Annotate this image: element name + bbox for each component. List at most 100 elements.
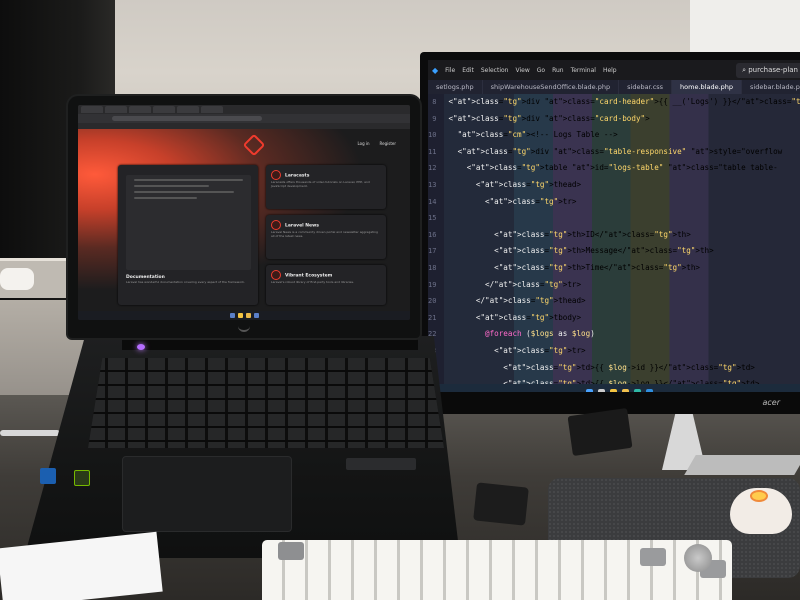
volume-knob[interactable]: [684, 544, 712, 572]
browser-tab[interactable]: [177, 106, 199, 113]
line-number: 19: [428, 280, 437, 289]
card-title: Laravel News: [285, 223, 319, 229]
doc-line: [134, 197, 197, 199]
laravel-logo-icon: [242, 133, 266, 157]
browser-tab[interactable]: [105, 106, 127, 113]
card-text: Laravel News is a community driven porta…: [271, 230, 378, 238]
code-line[interactable]: <"at">class="tg">tbody>: [444, 310, 800, 327]
browser-tab[interactable]: [81, 106, 103, 113]
line-number: 10: [428, 131, 437, 140]
code-line[interactable]: <"at">class="tg">table "at">id="logs-tab…: [444, 160, 800, 177]
card-text: Laravel's robust library of first-party …: [271, 280, 355, 284]
line-number: 16: [428, 230, 437, 239]
browser-tabstrip: [78, 105, 410, 114]
keyboard-rows: [88, 358, 444, 448]
vscode-taskbar-icon[interactable]: [253, 313, 259, 318]
code-line[interactable]: <"at">class="tg">tr>: [444, 194, 800, 211]
folder-icon[interactable]: [245, 313, 251, 318]
predator-logo: [238, 324, 250, 332]
laravel-welcome-page: Log in Register Documentation Laravel ha…: [78, 129, 410, 311]
monitor-stand-base: [684, 455, 800, 475]
doc-line: [134, 191, 234, 193]
line-number: 13: [428, 180, 437, 189]
menu-selection[interactable]: Selection: [481, 67, 509, 74]
display-sticker: [346, 458, 416, 470]
doc-line: [134, 179, 243, 181]
doc-line: [134, 185, 209, 187]
tab-home-blade[interactable]: home.blade.php: [672, 80, 743, 94]
line-number: 20: [428, 297, 437, 306]
code-editor[interactable]: <"at">class="tg">div "at">class="card-he…: [444, 94, 800, 388]
video-icon: [271, 170, 281, 180]
power-button-icon[interactable]: [137, 344, 145, 350]
tab-sidebar-blade[interactable]: sidebar.blade.php: [742, 80, 800, 94]
card-text: Laracasts offers thousands of video tuto…: [271, 180, 370, 188]
menu-edit[interactable]: Edit: [462, 67, 474, 74]
nvidia-sticker: [74, 470, 90, 486]
ecosystem-card[interactable]: Vibrant Ecosystem Laravel's robust libra…: [266, 265, 386, 305]
code-line[interactable]: <"at">class="tg">div "at">class="card-he…: [444, 94, 800, 111]
line-number: 21: [428, 313, 437, 322]
command-center-search[interactable]: ⌕ purchase-plan: [736, 62, 800, 78]
editor-body: 89101112131415161718192021222324 <"at">c…: [428, 94, 800, 388]
tab-sidebar-css[interactable]: sidebar.css: [619, 80, 673, 94]
menu-view[interactable]: View: [515, 67, 529, 74]
menu-go[interactable]: Go: [537, 67, 545, 74]
line-number: 15: [428, 214, 437, 223]
browser-tab[interactable]: [201, 106, 223, 113]
browser-tab[interactable]: [153, 106, 175, 113]
menu-terminal[interactable]: Terminal: [571, 67, 596, 74]
code-line[interactable]: </"at">class="tg">tr>: [444, 277, 800, 294]
line-number: 12: [428, 164, 437, 173]
vscode-icon[interactable]: ◆: [432, 66, 438, 75]
intel-core-sticker: [40, 468, 56, 484]
tab-shipwarehouse[interactable]: shipWarehouseSendOffice.blade.php: [483, 80, 620, 94]
chrome-icon[interactable]: [237, 313, 243, 318]
laptop-lid: Log in Register Documentation Laravel ha…: [68, 96, 420, 338]
globe-icon: [271, 270, 281, 280]
card-title: Vibrant Ecosystem: [285, 273, 333, 279]
code-line[interactable]: <"at">class="tg">td>{{ $log->id }}</"at"…: [444, 360, 800, 377]
browser-toolbar: [78, 114, 410, 123]
vscode-window: ◆ File Edit Selection View Go Run Termin…: [428, 60, 800, 392]
smiley-icon: [750, 490, 768, 502]
search-text: purchase-plan: [748, 65, 798, 74]
white-cable: [0, 430, 60, 436]
line-number: 9: [432, 114, 437, 123]
code-line[interactable]: <"at">class="tg">div "at">class="table-r…: [444, 144, 800, 161]
line-number: 8: [432, 98, 437, 106]
editor-tabs: setlogs.php shipWarehouseSendOffice.blad…: [428, 80, 800, 94]
laravel-news-card[interactable]: Laravel News Laravel News is a community…: [266, 215, 386, 259]
code-line[interactable]: <"at">class="tg">th>Message</"at">class=…: [444, 243, 800, 260]
news-icon: [271, 220, 281, 230]
touchpad[interactable]: [122, 456, 292, 532]
register-link[interactable]: Register: [380, 141, 396, 146]
start-icon[interactable]: [229, 313, 235, 318]
laptop-screen: Log in Register Documentation Laravel ha…: [78, 105, 410, 320]
code-line[interactable]: <"at">class="tg">thead>: [444, 177, 800, 194]
menu-file[interactable]: File: [445, 67, 455, 74]
line-number: 11: [428, 147, 437, 156]
address-bar[interactable]: [112, 116, 262, 121]
code-line[interactable]: <"at">class="tg">tr>: [444, 343, 800, 360]
power-adapter: [567, 408, 633, 456]
browser-tab[interactable]: [129, 106, 151, 113]
code-line[interactable]: <"at">class="tg">th>ID</"at">class="tg">…: [444, 227, 800, 244]
login-link[interactable]: Log in: [357, 141, 369, 146]
line-number: 14: [428, 197, 437, 206]
menu-help[interactable]: Help: [603, 67, 617, 74]
laracasts-card[interactable]: Laracasts Laracasts offers thousands of …: [266, 165, 386, 209]
code-line[interactable]: <"at">class="tg">div "at">class="card-bo…: [444, 111, 800, 128]
code-line[interactable]: "at">class="cm"><!-- Logs Table -->: [444, 127, 800, 144]
code-line[interactable]: @foreach ($logs as $log): [444, 326, 800, 343]
monitor-brand: acer: [762, 398, 780, 407]
code-line[interactable]: [444, 210, 800, 227]
line-number: 18: [428, 263, 437, 272]
code-line[interactable]: <"at">class="tg">th>Time</"at">class="tg…: [444, 260, 800, 277]
monitor-taskbar: [428, 384, 800, 392]
code-line[interactable]: </"at">class="tg">thead>: [444, 293, 800, 310]
tab-setlogs[interactable]: setlogs.php: [428, 80, 483, 94]
documentation-card[interactable]: Documentation Laravel has wonderful docu…: [118, 165, 258, 305]
line-number: 17: [428, 247, 437, 256]
menu-run[interactable]: Run: [552, 67, 564, 74]
